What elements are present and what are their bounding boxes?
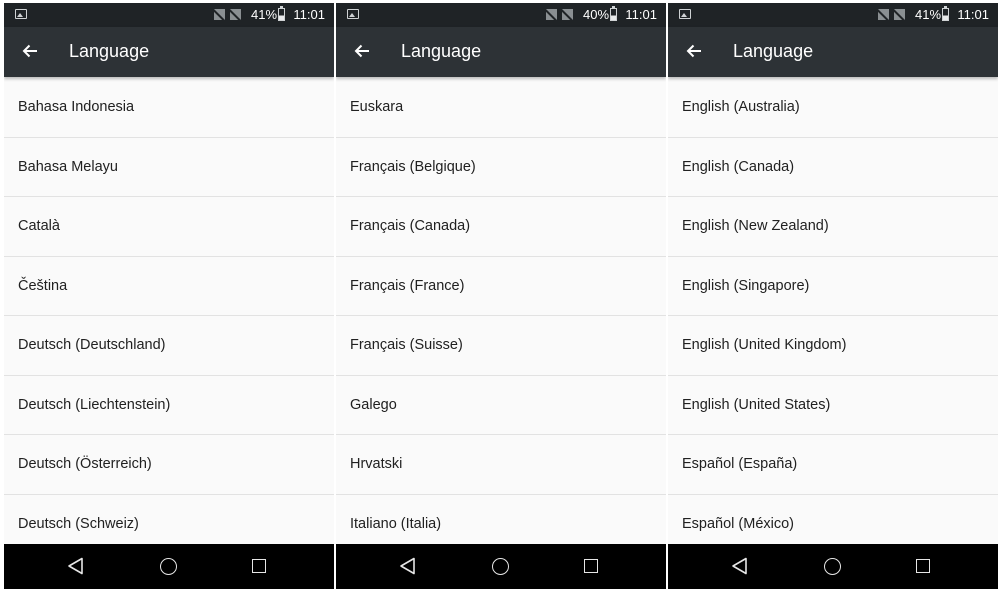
status-bar: 40% 11:01 <box>336 3 666 27</box>
navigation-bar <box>668 544 998 589</box>
battery-icon <box>942 6 949 21</box>
status-bar: 41% 11:01 <box>668 3 998 27</box>
status-time: 11:01 <box>625 7 657 22</box>
no-sim-icon <box>546 9 557 20</box>
phone-screen-2: 40% 11:01 Language Euskara Français (Bel… <box>336 3 666 589</box>
phone-screen-1: 41% 11:01 Language Bahasa Indonesia Baha… <box>4 3 334 589</box>
list-item[interactable]: Deutsch (Deutschland) <box>4 316 334 376</box>
nav-recent-icon[interactable] <box>252 559 266 573</box>
status-time: 11:01 <box>293 7 325 22</box>
list-item[interactable]: Français (France) <box>336 257 666 316</box>
arrow-left-icon[interactable] <box>352 41 372 61</box>
nav-home-icon[interactable] <box>160 558 177 575</box>
list-item[interactable]: Deutsch (Liechtenstein) <box>4 376 334 435</box>
arrow-left-icon[interactable] <box>684 41 704 61</box>
list-item[interactable]: Bahasa Indonesia <box>4 78 334 138</box>
list-item[interactable]: Español (España) <box>668 435 998 495</box>
nav-recent-icon[interactable] <box>584 559 598 573</box>
language-list: Euskara Français (Belgique) Français (Ca… <box>336 78 666 554</box>
phone-screen-3: 41% 11:01 Language English (Australia) E… <box>668 3 998 589</box>
battery-percent: 41% <box>915 7 942 22</box>
list-item[interactable]: Français (Belgique) <box>336 138 666 197</box>
battery-percent: 41% <box>251 7 278 22</box>
nav-home-icon[interactable] <box>492 558 509 575</box>
list-item[interactable]: English (United Kingdom) <box>668 316 998 376</box>
battery-icon <box>278 6 285 21</box>
list-item[interactable]: Français (Canada) <box>336 197 666 257</box>
list-item[interactable]: Català <box>4 197 334 257</box>
app-bar: Language <box>668 27 998 77</box>
list-item[interactable]: Galego <box>336 376 666 435</box>
list-item[interactable]: English (New Zealand) <box>668 197 998 257</box>
arrow-left-icon[interactable] <box>20 41 40 61</box>
app-bar: Language <box>4 27 334 77</box>
no-sim-icon <box>894 9 905 20</box>
list-item[interactable]: Bahasa Melayu <box>4 138 334 197</box>
navigation-bar <box>4 544 334 589</box>
list-item[interactable]: English (Australia) <box>668 78 998 138</box>
page-title: Language <box>69 41 150 61</box>
status-bar: 41% 11:01 <box>4 3 334 27</box>
nav-back-icon[interactable] <box>67 557 84 575</box>
list-item[interactable]: English (Canada) <box>668 138 998 197</box>
list-item[interactable]: Français (Suisse) <box>336 316 666 376</box>
app-bar: Language <box>336 27 666 77</box>
no-sim-icon <box>878 9 889 20</box>
no-sim-icon <box>214 9 225 20</box>
language-list: English (Australia) English (Canada) Eng… <box>668 78 998 554</box>
list-item[interactable]: Hrvatski <box>336 435 666 495</box>
list-item[interactable]: English (United States) <box>668 376 998 435</box>
gallery-icon <box>347 9 359 19</box>
nav-back-icon[interactable] <box>399 557 416 575</box>
nav-recent-icon[interactable] <box>916 559 930 573</box>
list-item[interactable]: English (Singapore) <box>668 257 998 316</box>
list-item[interactable]: Deutsch (Österreich) <box>4 435 334 495</box>
list-item[interactable]: Čeština <box>4 257 334 316</box>
list-item[interactable]: Euskara <box>336 78 666 138</box>
no-sim-icon <box>230 9 241 20</box>
battery-percent: 40% <box>583 7 610 22</box>
language-list: Bahasa Indonesia Bahasa Melayu Català Če… <box>4 78 334 554</box>
navigation-bar <box>336 544 666 589</box>
status-time: 11:01 <box>957 7 989 22</box>
battery-icon <box>610 6 617 21</box>
gallery-icon <box>15 9 27 19</box>
nav-home-icon[interactable] <box>824 558 841 575</box>
nav-back-icon[interactable] <box>731 557 748 575</box>
gallery-icon <box>679 9 691 19</box>
no-sim-icon <box>562 9 573 20</box>
page-title: Language <box>401 41 482 61</box>
page-title: Language <box>733 41 814 61</box>
